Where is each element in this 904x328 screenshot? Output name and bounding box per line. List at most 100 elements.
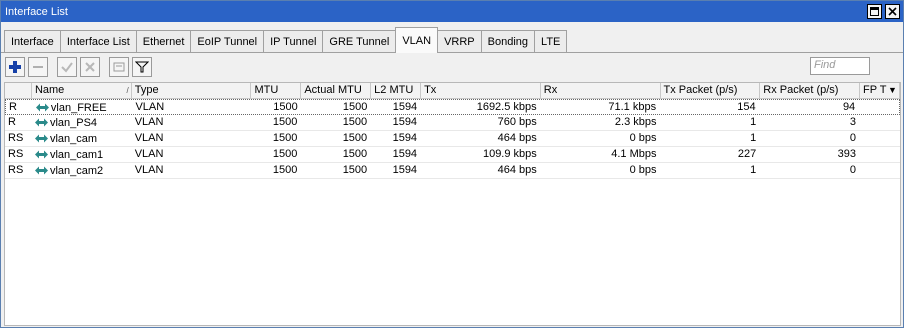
row-tx: 464 bps: [497, 164, 537, 176]
row-tx-packet: 1: [750, 116, 757, 128]
col-name[interactable]: Name /: [32, 83, 132, 99]
filter-button[interactable]: [132, 57, 152, 77]
row-name-text: vlan_cam: [49, 132, 98, 145]
row-fp: [860, 131, 900, 146]
vlan-icon: [34, 118, 48, 127]
interface-list-window: Interface List Interface Interface List …: [0, 0, 904, 328]
comment-icon: [113, 62, 125, 72]
row-mtu: 1500: [273, 101, 298, 113]
row-rx-packet: 94: [842, 101, 856, 113]
row-mtu: 1500: [272, 132, 298, 144]
table-row[interactable]: RS vlan_cam2 VLAN 1500 1500 1594 464 bps…: [5, 163, 900, 179]
row-flag: RS: [8, 164, 24, 176]
table-row[interactable]: RS vlan_cam1 VLAN 1500 1500 1594 109.9 k…: [5, 147, 900, 163]
filter-icon: [135, 61, 149, 73]
row-name-text: vlan_PS4: [49, 116, 98, 129]
add-button[interactable]: [5, 57, 25, 77]
row-type: VLAN: [134, 164, 164, 176]
col-tx-packet[interactable]: Tx Packet (p/s): [661, 83, 761, 99]
minus-icon: [33, 66, 43, 68]
col-rx[interactable]: Rx: [541, 83, 661, 99]
row-name-text: vlan_cam1: [49, 148, 104, 161]
tab-lte[interactable]: LTE: [534, 30, 568, 52]
col-actual-mtu[interactable]: Actual MTU: [301, 83, 372, 99]
tab-ip-tunnel[interactable]: IP Tunnel: [263, 30, 324, 52]
row-actual-mtu: 1500: [342, 132, 368, 144]
tab-bonding[interactable]: Bonding: [480, 30, 536, 52]
tab-vrrp[interactable]: VRRP: [437, 30, 482, 52]
row-actual-mtu: 1500: [342, 164, 368, 176]
remove-button[interactable]: [28, 57, 48, 77]
close-icon: [888, 7, 897, 16]
col-fp-label: FP T: [863, 84, 887, 96]
sort-icon: /: [126, 86, 129, 95]
vlan-icon: [34, 134, 48, 143]
row-name-text: vlan_FREE: [50, 101, 107, 114]
disable-button[interactable]: [80, 57, 100, 77]
row-name-text: vlan_cam2: [49, 164, 104, 177]
title-bar[interactable]: Interface List: [1, 1, 903, 22]
row-rx: 0 bps: [629, 164, 657, 176]
row-l2-mtu: 1594: [392, 101, 418, 113]
table-row[interactable]: R vlan_PS4 VLAN 1500 1500 1594 760 bps 2…: [5, 115, 900, 131]
row-actual-mtu: 1500: [342, 148, 368, 160]
row-tx-packet: 154: [737, 101, 756, 113]
enable-button[interactable]: [57, 57, 77, 77]
window-title: Interface List: [5, 5, 68, 18]
table-row[interactable]: R vlan_FREE VLAN 1500 1500 1594 1692.5 k…: [5, 99, 900, 115]
row-flag: R: [9, 101, 17, 113]
row-fp: [859, 100, 899, 115]
close-button[interactable]: [885, 4, 900, 19]
row-type: VLAN: [134, 116, 164, 128]
tab-bar: Interface Interface List Ethernet EoIP T…: [1, 22, 903, 53]
tab-ethernet[interactable]: Ethernet: [135, 30, 192, 52]
col-fp[interactable]: FP T ▼: [860, 83, 900, 99]
row-tx-packet: 227: [737, 148, 757, 160]
row-l2-mtu: 1594: [392, 116, 418, 128]
vlan-table: Name / Type MTU Actual MTU L2 MTU Tx Rx T…: [4, 82, 901, 326]
maximize-icon: [870, 7, 879, 16]
col-type[interactable]: Type: [132, 83, 252, 99]
maximize-button[interactable]: [867, 4, 882, 19]
row-type: VLAN: [135, 101, 165, 113]
col-flags[interactable]: [5, 83, 32, 99]
row-rx: 71.1 kbps: [608, 101, 657, 113]
col-rx-packet[interactable]: Rx Packet (p/s): [760, 83, 861, 99]
row-fp: [860, 147, 900, 162]
row-name: vlan_cam2: [32, 163, 132, 178]
col-l2-mtu[interactable]: L2 MTU: [371, 83, 422, 99]
col-mtu[interactable]: MTU: [251, 83, 302, 99]
find-input[interactable]: Find: [810, 57, 870, 75]
row-flag: R: [8, 116, 16, 128]
row-fp: [860, 115, 900, 130]
tab-interface-list[interactable]: Interface List: [59, 30, 137, 52]
row-l2-mtu: 1594: [392, 132, 418, 144]
tab-interface[interactable]: Interface: [4, 30, 61, 52]
column-menu-icon[interactable]: ▼: [888, 85, 897, 95]
col-name-label: Name: [34, 84, 65, 96]
row-tx: 1692.5 kbps: [476, 101, 537, 113]
table-row[interactable]: RS vlan_cam VLAN 1500 1500 1594 464 bps …: [5, 131, 900, 147]
row-mtu: 1500: [272, 148, 298, 160]
row-tx-packet: 1: [750, 132, 757, 144]
table-header: Name / Type MTU Actual MTU L2 MTU Tx Rx T…: [5, 83, 900, 99]
row-rx: 2.3 kbps: [614, 116, 657, 128]
row-name: vlan_PS4: [32, 115, 132, 130]
row-tx: 109.9 kbps: [482, 148, 537, 160]
row-rx-packet: 0: [849, 164, 857, 176]
row-rx-packet: 393: [837, 148, 857, 160]
row-type: VLAN: [134, 132, 164, 144]
comment-button[interactable]: [109, 57, 129, 77]
check-icon: [61, 62, 73, 73]
row-mtu: 1500: [272, 164, 298, 176]
tab-eoip-tunnel[interactable]: EoIP Tunnel: [190, 30, 265, 52]
tab-gre-tunnel[interactable]: GRE Tunnel: [322, 30, 397, 52]
vlan-icon: [35, 103, 49, 112]
row-rx: 0 bps: [629, 132, 657, 144]
x-icon: [85, 62, 95, 72]
col-tx[interactable]: Tx: [421, 83, 541, 99]
row-name: vlan_FREE: [33, 100, 133, 115]
row-rx-packet: 0: [849, 132, 857, 144]
row-mtu: 1500: [272, 116, 298, 128]
tab-vlan[interactable]: VLAN: [395, 27, 439, 53]
